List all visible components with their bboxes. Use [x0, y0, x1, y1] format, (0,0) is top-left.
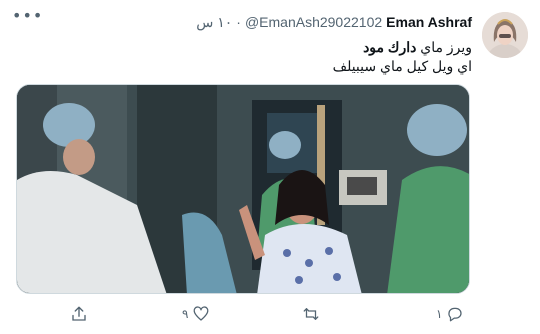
tweet-text-prefix: ويرز ماي [416, 39, 472, 55]
tweet-text-line1: ويرز ماي دارك مود [72, 38, 472, 57]
reply-count: ١ [436, 307, 443, 321]
user-handle[interactable]: @EmanAsh29022102 [245, 14, 382, 30]
tweet-text-line2: اي ويل كيل ماي سيبيلف [332, 58, 472, 74]
tweet-card[interactable]: ••• Eman Ashraf @EmanAsh29022102 · ١٠ س … [0, 0, 540, 334]
display-name[interactable]: Eman Ashraf [386, 14, 472, 30]
share-icon [72, 306, 86, 321]
avatar[interactable] [482, 12, 528, 58]
reply-icon [448, 307, 463, 322]
timestamp[interactable]: ١٠ س [196, 14, 232, 31]
like-button[interactable]: ٩ [178, 300, 210, 328]
more-horizontal-icon[interactable]: ••• [12, 8, 42, 26]
retweet-icon [303, 308, 319, 320]
tweet-text-bold: دارك مود [363, 39, 417, 55]
heart-icon [194, 306, 209, 321]
tweet-header: Eman Ashraf @EmanAsh29022102 · ١٠ س [196, 12, 472, 32]
separator: · [236, 14, 241, 30]
reply-button[interactable]: ١ [432, 300, 464, 328]
retweet-button[interactable] [302, 300, 320, 328]
tweet-actions: ٩ ١ [70, 300, 478, 328]
tweet-text: ويرز ماي دارك مود اي ويل كيل ماي سيبيلف [72, 38, 472, 76]
like-count: ٩ [182, 307, 189, 321]
share-button[interactable] [70, 300, 88, 328]
tweet-media-image[interactable] [16, 84, 470, 294]
